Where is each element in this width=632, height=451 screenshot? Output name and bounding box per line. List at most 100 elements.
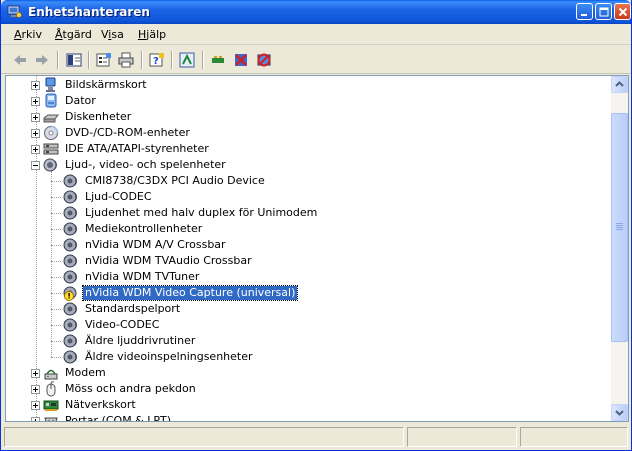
scroll-thumb[interactable]	[611, 113, 628, 342]
speaker-icon	[63, 205, 79, 221]
thumb-grip	[616, 227, 623, 228]
tree-item-label: Möss och andra pekdon	[65, 382, 196, 395]
update-driver-button[interactable]	[207, 50, 229, 70]
tree-connector	[51, 261, 61, 262]
thumb-grip	[616, 225, 623, 226]
title-bar[interactable]: Enhetshanteraren	[1, 0, 631, 24]
expand-plus-icon[interactable]	[31, 113, 40, 122]
expand-plus-icon[interactable]	[31, 81, 40, 90]
uninstall-device-button[interactable]	[253, 50, 275, 70]
tree-item-label: Video-CODEC	[85, 318, 160, 331]
expand-plus-icon[interactable]	[31, 369, 40, 378]
computer-icon	[43, 93, 59, 109]
toolbar-separator	[88, 51, 90, 69]
scan-hardware-button[interactable]	[176, 50, 198, 70]
expand-plus-icon[interactable]	[31, 129, 40, 138]
cdrom-icon	[43, 125, 59, 141]
chevron-down-icon	[615, 410, 624, 416]
update-driver-icon	[212, 56, 224, 63]
chevron-up-icon	[615, 81, 624, 87]
tree-item-label: nVidia WDM A/V Crossbar	[85, 238, 226, 251]
print-button[interactable]	[115, 50, 137, 70]
status-pane-3	[520, 427, 628, 447]
tree-item-label: Modem	[65, 366, 106, 379]
close-button[interactable]	[614, 3, 631, 20]
menu-hjalp[interactable]: Hjälp	[138, 28, 166, 41]
scroll-down-button[interactable]	[611, 404, 628, 421]
thumb-grip	[616, 223, 623, 224]
tree-item-label: Äldre videoinspelningsenheter	[85, 350, 253, 363]
expand-plus-icon[interactable]	[31, 145, 40, 154]
help-button[interactable]: ?	[146, 50, 168, 70]
forward-icon	[36, 55, 48, 65]
port-icon	[43, 413, 59, 421]
tree-item-label: Standardspelport	[85, 302, 181, 315]
thumb-grip	[616, 229, 623, 230]
tree-item-label: Mediekontrollenheter	[85, 222, 203, 235]
speaker-icon	[63, 333, 79, 349]
vertical-scrollbar[interactable]	[611, 76, 628, 421]
minimize-icon	[581, 14, 587, 16]
expand-plus-icon[interactable]	[31, 385, 40, 394]
speaker-icon	[63, 317, 79, 333]
menu-arkiv[interactable]: Arkiv	[14, 28, 42, 41]
speaker-icon	[63, 221, 79, 237]
status-pane-main	[4, 427, 404, 447]
network-card-icon	[43, 397, 59, 413]
tree-item-label: CMI8738/C3DX PCI Audio Device	[85, 174, 265, 187]
expand-plus-icon[interactable]	[31, 401, 40, 410]
disk-drive-icon	[43, 109, 59, 125]
tree-item-label: Dator	[65, 94, 96, 107]
device-manager-icon	[7, 5, 22, 18]
menu-atgard[interactable]: Åtgärd	[55, 28, 92, 41]
tree-connector	[51, 293, 61, 294]
help-icon: ?	[149, 53, 164, 67]
speaker-icon	[63, 189, 79, 205]
tree-connector	[51, 357, 61, 358]
menu-bar: Arkiv Åtgärd Visa Hjälp	[1, 24, 631, 45]
tree-item-label: nVidia WDM Video Capture (universal)	[81, 285, 299, 301]
speaker-icon	[63, 237, 79, 253]
back-button[interactable]	[9, 50, 31, 70]
toolbar-separator	[202, 51, 204, 69]
expand-plus-icon[interactable]	[31, 97, 40, 106]
maximize-button[interactable]	[595, 3, 612, 20]
minimize-button[interactable]	[576, 3, 593, 20]
tree-item-label: Nätverkskort	[65, 398, 136, 411]
toolbar: ?	[1, 46, 631, 74]
toolbar-separator	[141, 51, 143, 69]
modem-icon	[43, 365, 59, 381]
speaker-icon	[63, 349, 79, 365]
tree-item-label: Ljudenhet med halv duplex för Unimodem	[85, 206, 318, 219]
tree-item-label: Bildskärmskort	[65, 78, 147, 91]
scroll-up-button[interactable]	[611, 76, 628, 93]
svg-text:?: ?	[153, 56, 159, 67]
properties-button[interactable]	[93, 50, 115, 70]
speaker-icon	[63, 269, 79, 285]
speaker-icon	[63, 301, 79, 317]
tree-connector	[51, 213, 61, 214]
tree-connector	[51, 181, 61, 182]
tree-item-label: Portar (COM & LPT)	[65, 414, 172, 422]
scan-hardware-icon	[179, 52, 195, 68]
sound-icon	[43, 157, 59, 173]
tree-item-label: DVD-/CD-ROM-enheter	[65, 126, 190, 139]
menu-visa[interactable]: Visa	[101, 28, 124, 41]
console-tree-button[interactable]	[63, 50, 85, 70]
tree-connector	[51, 325, 61, 326]
disable-device-icon	[235, 54, 247, 66]
device-tree[interactable]: Bildskärmskort Dator Diskenheter DVD-/CD-RO…	[5, 75, 629, 422]
maximize-icon	[599, 7, 609, 17]
display-adapter-icon	[43, 77, 59, 93]
tree-item-label: Ljud-, video- och spelenheter	[65, 158, 226, 171]
tree-item-label: Äldre ljuddrivrutiner	[85, 334, 196, 347]
status-pane-2	[407, 427, 517, 447]
disable-device-button[interactable]	[230, 50, 252, 70]
expand-plus-icon[interactable]	[31, 417, 40, 421]
tree-item-label: IDE ATA/ATAPI-styrenheter	[65, 142, 209, 155]
device-manager-window: Enhetshanteraren Arkiv Åtgärd Visa Hjälp	[0, 0, 632, 451]
collapse-minus-icon[interactable]	[31, 161, 40, 170]
forward-button[interactable]	[31, 50, 53, 70]
speaker-icon	[63, 253, 79, 269]
speaker-icon	[63, 173, 79, 189]
